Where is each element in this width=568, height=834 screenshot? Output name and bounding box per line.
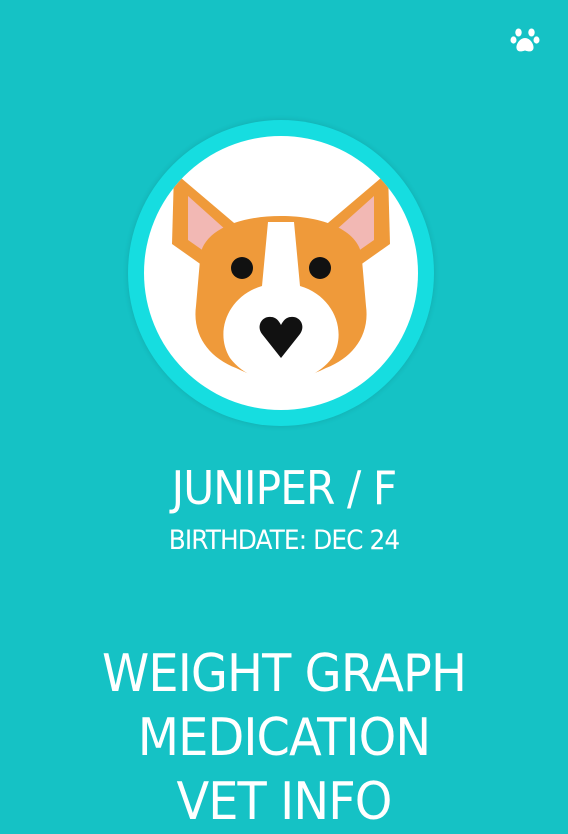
main-menu: WEIGHT GRAPH MEDICATION VET INFO [0,642,568,834]
menu-item-vet-info[interactable]: VET INFO [23,770,546,834]
paw-menu-button[interactable] [510,26,540,56]
paw-icon [510,28,540,52]
corgi-face-icon [172,172,390,382]
pet-birthdate: BIRTHDATE: DEC 24 [168,525,401,556]
pet-avatar[interactable] [144,136,418,410]
menu-item-medication[interactable]: MEDICATION [23,706,546,770]
pet-name: JUNIPER / F [171,461,398,515]
menu-item-weight-graph[interactable]: WEIGHT GRAPH [23,642,546,706]
